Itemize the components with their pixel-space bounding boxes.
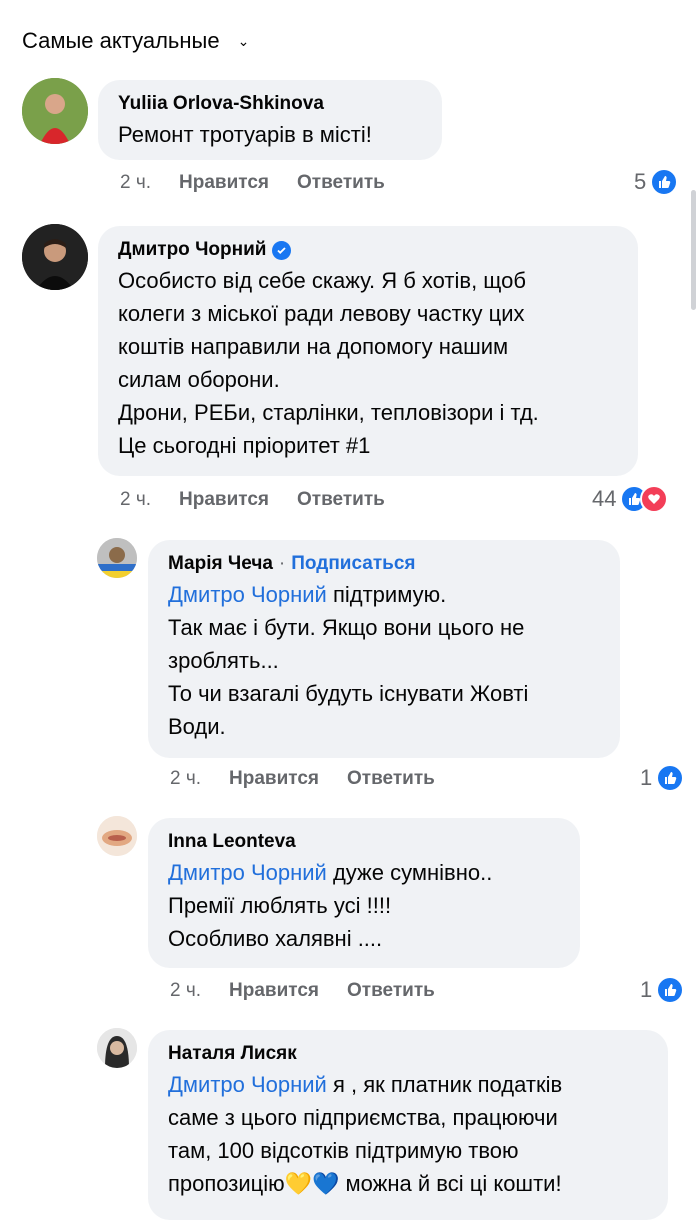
reply-button[interactable]: Ответить (347, 768, 435, 790)
verified-badge-icon (272, 240, 292, 260)
comment-bubble: Yuliia Orlova-Shkinova Ремонт тротуарів … (98, 80, 442, 160)
comment-text-line: Особисто від себе скажу. Я б хотів, щоб (118, 268, 526, 293)
comment-text-line: зроблять... (168, 648, 279, 673)
comment-text-line: То чи взагалі будуть існувати Жовті (168, 681, 529, 706)
reaction-summary[interactable]: 44 (592, 485, 669, 513)
comment-text-line: там, 100 відсотків підтримую твою (168, 1138, 519, 1163)
comment-text-line: силам оборони. (118, 367, 280, 392)
timestamp[interactable]: 2 ч. (120, 489, 151, 511)
reply-button[interactable]: Ответить (347, 980, 435, 1002)
avatar[interactable] (97, 1028, 137, 1068)
comment-text-line: дуже сумнівно.. (326, 860, 493, 885)
comment-text-line: пропозицію💛💙 можна й всі ці кошти! (168, 1171, 562, 1196)
like-button[interactable]: Нравится (229, 768, 319, 790)
comment-text-line: Так має і бути. Якщо вони цього не (168, 615, 525, 640)
comment-text-line: Води. (168, 714, 226, 739)
comment-text-line: Дрони, РЕБи, старлінки, тепловізори і тд… (118, 400, 539, 425)
comment-author[interactable]: Дмитро Чорний (118, 238, 266, 262)
like-button[interactable]: Нравится (179, 489, 269, 511)
comment-actions: 2 ч. Нравится Ответить (120, 489, 385, 511)
comment-bubble: Наталя Лисяк Дмитро Чорний я , як платни… (148, 1030, 668, 1220)
reaction-summary[interactable]: 1 (640, 976, 685, 1004)
avatar[interactable] (97, 816, 137, 856)
chevron-down-icon: ⌄ (237, 32, 250, 49)
comment-text-line: саме з цього підприємства, працюючи (168, 1105, 558, 1130)
comment-text-line: я , як платник податків (326, 1072, 563, 1097)
comment-text-line: підтримую. (326, 582, 447, 607)
like-icon (656, 976, 685, 1004)
comment-actions: 2 ч. Нравится Ответить (170, 768, 435, 790)
sort-label: Самые актуальные (22, 28, 220, 53)
comment-author[interactable]: Марія Чеча (168, 552, 273, 576)
timestamp[interactable]: 2 ч. (170, 768, 201, 790)
comment-text-line: Особливо халявні .... (168, 926, 383, 951)
reaction-count: 1 (640, 765, 653, 790)
comment-text-line: Це сьогодні пріоритет #1 (118, 433, 371, 458)
like-button[interactable]: Нравится (179, 172, 269, 194)
scrollbar[interactable] (691, 190, 696, 310)
reply-button[interactable]: Ответить (297, 489, 385, 511)
comment-bubble: Дмитро Чорний Особисто від себе скажу. Я… (98, 226, 638, 476)
avatar[interactable] (22, 78, 88, 144)
comment-bubble: Inna Leonteva Дмитро Чорний дуже сумнівн… (148, 818, 580, 968)
timestamp[interactable]: 2 ч. (170, 980, 201, 1002)
follow-button[interactable]: Подписаться (291, 552, 415, 576)
comment-author[interactable]: Наталя Лисяк (168, 1042, 648, 1066)
like-button[interactable]: Нравится (229, 980, 319, 1002)
comment-text-line: Премії люблять усі !!!! (168, 893, 392, 918)
avatar[interactable] (22, 224, 88, 290)
reaction-count: 44 (592, 486, 617, 511)
comment-text-line: колеги з міської ради левову частку цих (118, 301, 525, 326)
comment-text: Ремонт тротуарів в місті! (118, 122, 372, 147)
heart-icon (640, 485, 669, 513)
comment-actions: 2 ч. Нравится Ответить (170, 980, 435, 1002)
timestamp[interactable]: 2 ч. (120, 172, 151, 194)
reaction-summary[interactable]: 5 (634, 168, 679, 196)
reaction-summary[interactable]: 1 (640, 764, 685, 792)
reaction-count: 1 (640, 977, 653, 1002)
like-icon (650, 168, 679, 196)
avatar[interactable] (97, 538, 137, 578)
comment-text-line: коштів направили на допомогу нашим (118, 334, 509, 359)
comment-author[interactable]: Inna Leonteva (168, 830, 560, 854)
comment-author[interactable]: Yuliia Orlova-Shkinova (118, 92, 422, 116)
like-icon (656, 764, 685, 792)
comment-bubble: Марія Чеча · Подписаться Дмитро Чорний п… (148, 540, 620, 758)
mention-link[interactable]: Дмитро Чорний (168, 860, 327, 885)
reaction-count: 5 (634, 169, 647, 194)
reply-button[interactable]: Ответить (297, 172, 385, 194)
mention-link[interactable]: Дмитро Чорний (168, 582, 327, 607)
sort-dropdown[interactable]: Самые актуальные ⌄ (22, 28, 249, 54)
comment-actions: 2 ч. Нравится Ответить (120, 172, 385, 194)
mention-link[interactable]: Дмитро Чорний (168, 1072, 327, 1097)
